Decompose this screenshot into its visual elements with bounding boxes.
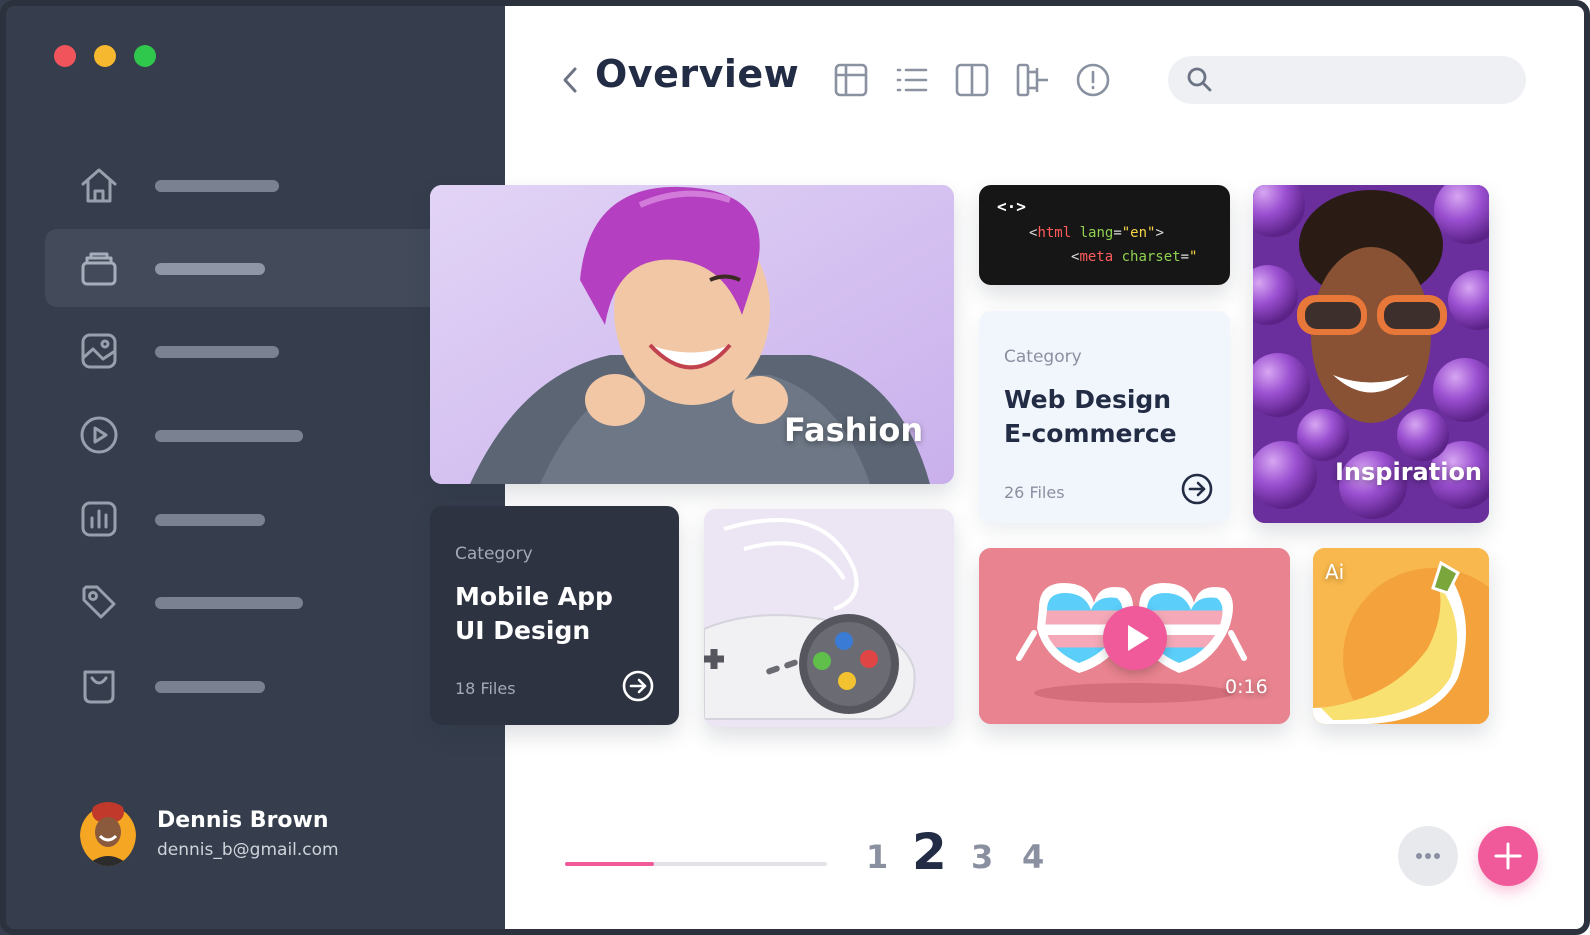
ellipsis-icon: [1416, 853, 1440, 859]
sidebar-item-label-placeholder: [155, 346, 279, 358]
web-design-category-card[interactable]: Category Web Design E-commerce 26 Files: [979, 311, 1230, 523]
sidebar-item-label-placeholder: [155, 180, 279, 192]
sidebar-item-shop[interactable]: [45, 647, 445, 725]
code-line-2: <meta charset=": [1071, 249, 1198, 265]
play-icon: [80, 416, 118, 454]
sidebar-item-label-placeholder: [155, 263, 265, 275]
list-icon[interactable]: [894, 62, 930, 98]
table-icon[interactable]: [833, 62, 869, 98]
close-window-button[interactable]: [54, 45, 76, 67]
image-icon: [81, 333, 117, 369]
code-line-1: <html lang="en">: [1029, 225, 1164, 241]
home-icon: [81, 168, 117, 203]
tag-icon: [82, 585, 116, 619]
sidebar-item-label-placeholder: [155, 681, 265, 693]
file-count: 26 Files: [1004, 483, 1065, 502]
page-4[interactable]: 4: [1022, 838, 1044, 876]
sidebar-item-label-placeholder: [155, 597, 303, 609]
ai-label: Ai: [1325, 560, 1345, 584]
category-label: Category: [455, 544, 533, 564]
sidebar-item-home[interactable]: [45, 146, 445, 224]
user-name: Dennis Brown: [157, 808, 329, 833]
fashion-card[interactable]: Fashion: [430, 185, 954, 484]
sidebar-item-label-placeholder: [155, 514, 265, 526]
page-title: Overview: [595, 52, 800, 96]
page-3[interactable]: 3: [971, 838, 993, 876]
sidebar-item-archive[interactable]: [45, 229, 445, 307]
category-title: Web Design E-commerce: [1004, 385, 1177, 448]
page-1[interactable]: 1: [866, 838, 888, 876]
fashion-label: Fashion: [784, 411, 924, 449]
plus-icon: [1494, 842, 1522, 870]
play-icon: [1128, 625, 1149, 651]
code-icon: <·>: [997, 197, 1026, 216]
user-profile[interactable]: Dennis Brown dennis_b@gmail.com: [80, 800, 440, 870]
header: Overview: [505, 40, 1545, 120]
hierarchy-icon[interactable]: [1015, 62, 1051, 98]
arrow-right-icon[interactable]: [621, 669, 655, 703]
mobile-app-category-card[interactable]: Category Mobile App UI Design 18 Files: [430, 506, 679, 725]
sidebar-item-tags[interactable]: [45, 563, 445, 641]
category-label: Category: [1004, 347, 1082, 367]
video-card[interactable]: 0:16: [979, 548, 1290, 724]
gamepad-image-card[interactable]: [704, 509, 954, 727]
chart-icon: [81, 501, 117, 537]
video-duration: 0:16: [1225, 676, 1268, 698]
ai-file-card[interactable]: Ai: [1313, 548, 1489, 724]
app-window: Dennis Brown dennis_b@gmail.com Overview: [0, 0, 1590, 935]
sidebar-item-analytics[interactable]: [45, 480, 445, 558]
progress-bar: [565, 862, 827, 866]
gamepad-illustration: [704, 509, 954, 727]
arrow-right-icon[interactable]: [1180, 472, 1214, 506]
user-email: dennis_b@gmail.com: [157, 840, 339, 860]
play-button[interactable]: [1103, 606, 1167, 670]
code-snippet-card[interactable]: <·> <html lang="en"> <meta charset=": [979, 185, 1230, 285]
avatar: [80, 802, 136, 866]
inspiration-card[interactable]: Inspiration: [1253, 185, 1489, 523]
inspiration-label: Inspiration: [1335, 458, 1483, 486]
sidebar-item-videos[interactable]: [45, 396, 445, 474]
category-title: Mobile App UI Design: [455, 582, 613, 645]
search-icon: [1187, 67, 1212, 92]
maximize-window-button[interactable]: [134, 45, 156, 67]
file-count: 18 Files: [455, 679, 516, 698]
sidebar-item-images[interactable]: [45, 312, 445, 390]
sidebar-item-label-placeholder: [155, 430, 303, 442]
search-input[interactable]: [1168, 56, 1526, 104]
minimize-window-button[interactable]: [94, 45, 116, 67]
back-chevron-icon[interactable]: [560, 65, 580, 95]
info-icon[interactable]: [1075, 62, 1111, 98]
page-2-current[interactable]: 2: [912, 823, 947, 881]
split-view-icon[interactable]: [954, 62, 990, 98]
archive-icon: [81, 252, 117, 286]
progress-bar-fill: [565, 862, 655, 866]
more-options-button[interactable]: [1398, 826, 1458, 886]
shopping-bag-icon: [83, 670, 115, 704]
add-button[interactable]: [1478, 826, 1538, 886]
